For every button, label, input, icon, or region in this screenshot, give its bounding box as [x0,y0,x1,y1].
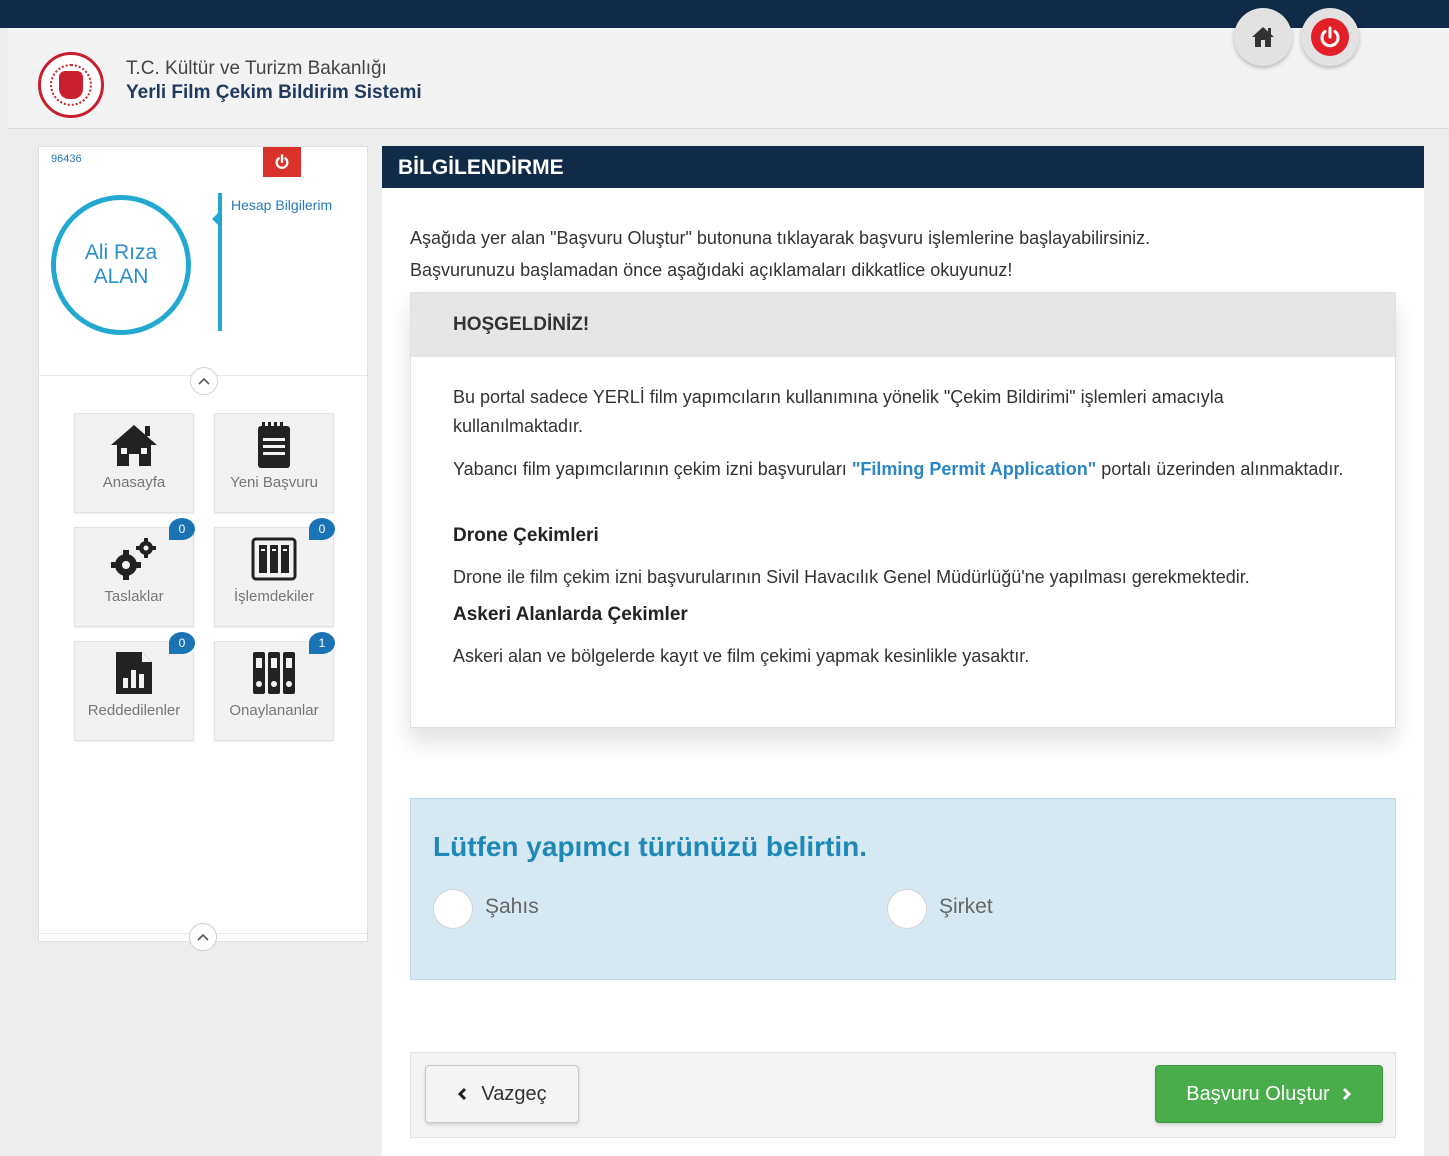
tile-islemdekiler[interactable]: 0 İşlemdekiler [214,518,335,627]
drone-paragraph: Drone ile film çekim izni başvurularının… [453,567,1250,587]
clipboard-icon [258,422,290,468]
cancel-button[interactable]: Vazgeç [425,1065,579,1123]
user-name-last: ALAN [93,265,149,288]
radio-label-sirket[interactable]: Şirket [939,895,993,919]
tile-label: Onaylananlar [229,702,319,719]
paragraph-text: Yabancı film yapımcılarının çekim izni b… [453,459,852,479]
avatar: Ali Rıza ALAN [51,195,191,335]
app-name: Yerli Film Çekim Bildirim Sistemi [126,82,422,103]
home-icon [1252,27,1274,47]
intro-line: Aşağıda yer alan "Başvuru Oluştur" buton… [410,228,1151,248]
user-name-first: Ali Rıza [84,241,158,264]
top-bar [0,0,1449,28]
chevron-up-icon [198,377,210,385]
ministry-logo [38,52,104,118]
producer-type-title: Lütfen yapımcı türünüzü belirtin. [433,831,867,862]
user-id: 96436 [51,153,82,165]
military-heading: Askeri Alanlarda Çekimler [453,604,688,625]
drone-heading: Drone Çekimleri [453,525,599,546]
collapse-menu-button[interactable] [189,923,217,951]
radio-label-sahis[interactable]: Şahıs [485,895,539,919]
sidebar-logout-button[interactable] [263,147,301,177]
account-divider [212,193,222,331]
tile-anasayfa[interactable]: Anasayfa [74,413,194,513]
tile-label: Reddedilenler [87,702,181,719]
foreign-producers-paragraph: Yabancı film yapımcılarının çekim izni b… [453,455,1353,484]
radio-sahis[interactable] [433,889,473,929]
home-icon [111,425,157,466]
tile-yeni-basvuru[interactable]: Yeni Başvuru [214,413,334,513]
tile-label: Yeni Başvuru [230,474,318,491]
collapse-profile-button[interactable] [190,367,218,395]
archive-icon [251,537,297,581]
gears-icon [111,538,156,580]
binders-icon [253,652,295,694]
power-icon [275,154,289,169]
filming-permit-link[interactable]: "Filming Permit Application" [852,459,1096,479]
account-info-link[interactable]: Hesap Bilgilerim [231,197,332,213]
logout-button[interactable] [1301,8,1359,66]
chevron-right-icon [1342,1087,1351,1101]
paragraph-text: portalı üzerinden alınmaktadır. [1096,459,1344,479]
power-icon [1320,26,1340,48]
sidebar: 96436 Ali Rıza ALAN Hesap Bilgilerim Ana… [38,146,368,951]
tile-label: Taslaklar [104,588,164,605]
welcome-box: HOŞGELDİNİZ! Bu portal sadece YERLİ film… [410,292,1396,728]
tile-onaylananlar[interactable]: 1 Onaylananlar [214,632,335,741]
page-title: BİLGİLENDİRME [382,146,1424,188]
action-bar: Vazgeç Başvuru Oluştur [410,1052,1396,1138]
welcome-paragraph: Bu portal sadece YERLİ film yapımcıların… [453,387,1224,436]
cancel-label: Vazgeç [481,1082,547,1105]
site-header: T.C. Kültür ve Turizm Bakanlığı Yerli Fi… [8,8,1449,129]
tile-label: Anasayfa [102,474,166,491]
create-application-button[interactable]: Başvuru Oluştur [1155,1065,1383,1123]
home-button[interactable] [1234,8,1292,66]
radio-sirket[interactable] [887,889,927,929]
military-paragraph: Askeri alan ve bölgelerde kayıt ve film … [453,646,1030,666]
org-name: T.C. Kültür ve Turizm Bakanlığı [126,58,387,79]
report-icon [116,652,152,694]
intro-line: Başvurunuzu başlamadan önce aşağıdaki aç… [410,260,1013,280]
main-panel: BİLGİLENDİRME Aşağıda yer alan "Başvuru … [382,146,1424,1156]
chevron-up-icon [197,933,209,941]
tile-label: İşlemdekiler [233,588,315,605]
tile-taslaklar[interactable]: 0 Taslaklar [74,518,195,627]
create-label: Başvuru Oluştur [1186,1082,1330,1105]
chevron-left-icon [458,1087,467,1101]
tile-reddedilenler[interactable]: 0 Reddedilenler [74,632,195,741]
welcome-title: HOŞGELDİNİZ! [411,293,1395,357]
producer-type-box: Lütfen yapımcı türünüzü belirtin. Şahıs … [410,798,1396,980]
intro-text: Aşağıda yer alan "Başvuru Oluştur" buton… [410,222,1150,286]
